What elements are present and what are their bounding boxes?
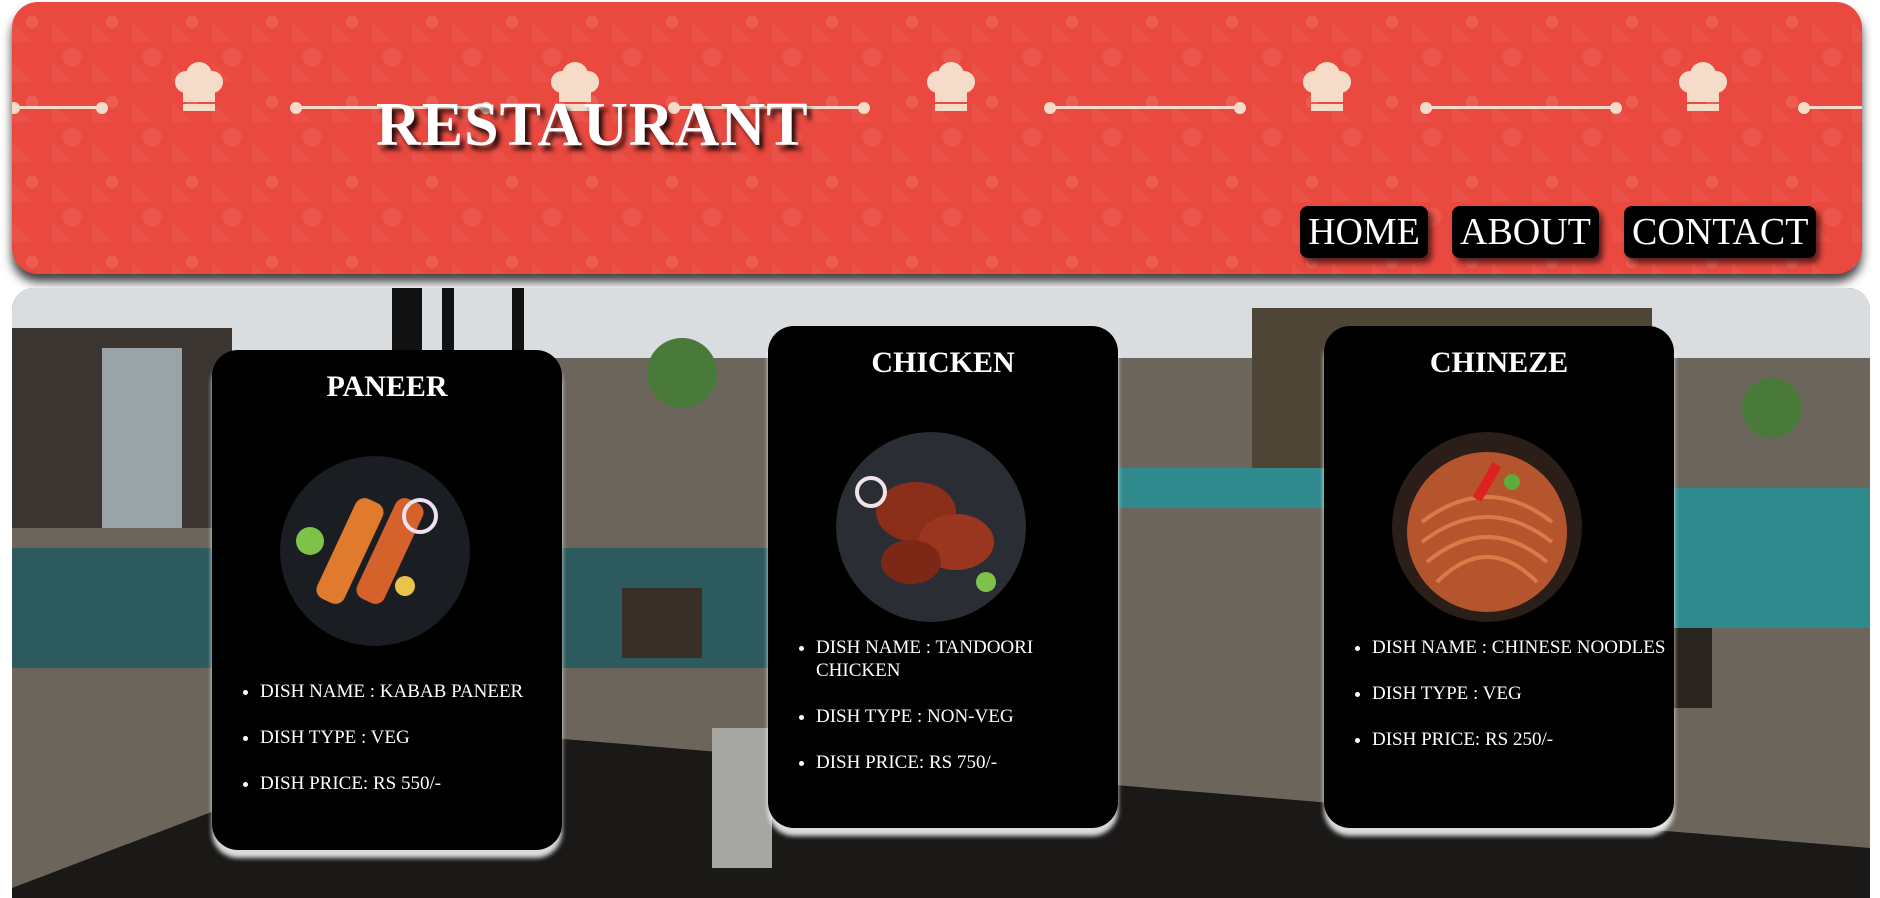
dish-title: CHINEZE — [1429, 346, 1569, 379]
chinese-noodles-image — [1392, 432, 1582, 622]
chef-hat-icon — [175, 62, 223, 111]
decor-line — [1420, 102, 1622, 114]
site-header: RESTAURANT HOME ABOUT CONTACT — [12, 2, 1862, 274]
dish-type: DISH TYPE : VEG — [1372, 682, 1678, 705]
dish-price: DISH PRICE: RS 750/- — [816, 751, 1122, 774]
chef-hat-icon — [927, 62, 975, 111]
dish-type: DISH TYPE : NON-VEG — [816, 705, 1122, 728]
hero-background: PANEER DISH NAME : KABAB PANEER DISH TYP… — [12, 288, 1870, 898]
nav-about[interactable]: ABOUT — [1452, 206, 1599, 258]
dish-name: DISH NAME : CHINESE NOODLES — [1372, 636, 1678, 659]
dish-details: DISH NAME : CHINESE NOODLES DISH TYPE : … — [1348, 636, 1678, 774]
nav-contact[interactable]: CONTACT — [1624, 206, 1817, 258]
decor-line — [1044, 102, 1246, 114]
decor-line — [1798, 102, 1862, 114]
dish-details: DISH NAME : KABAB PANEER DISH TYPE : VEG… — [236, 680, 566, 818]
dish-card-chineze[interactable]: CHINEZE DISH NAME : CHINESE NOODLES DISH… — [1324, 326, 1674, 828]
dish-title: PANEER — [326, 370, 448, 403]
nav-home[interactable]: HOME — [1300, 206, 1428, 258]
dish-card-chicken[interactable]: CHICKEN DISH NAME : TANDOORI CHICKEN DIS… — [768, 326, 1118, 828]
decor-line — [12, 102, 108, 114]
dish-card-paneer[interactable]: PANEER DISH NAME : KABAB PANEER DISH TYP… — [212, 350, 562, 850]
dish-details: DISH NAME : TANDOORI CHICKEN DISH TYPE :… — [792, 636, 1122, 797]
chef-hat-icon — [1679, 62, 1727, 111]
dish-title: CHICKEN — [871, 346, 1015, 379]
dish-name: DISH NAME : TANDOORI CHICKEN — [816, 636, 1122, 682]
dish-price: DISH PRICE: RS 250/- — [1372, 728, 1678, 751]
kabab-paneer-image — [280, 456, 470, 646]
dish-price: DISH PRICE: RS 550/- — [260, 772, 566, 795]
dish-name: DISH NAME : KABAB PANEER — [260, 680, 566, 703]
chef-hat-icon — [1303, 62, 1351, 111]
tandoori-chicken-image — [836, 432, 1026, 622]
dish-type: DISH TYPE : VEG — [260, 726, 566, 749]
site-title: RESTAURANT — [376, 91, 809, 159]
